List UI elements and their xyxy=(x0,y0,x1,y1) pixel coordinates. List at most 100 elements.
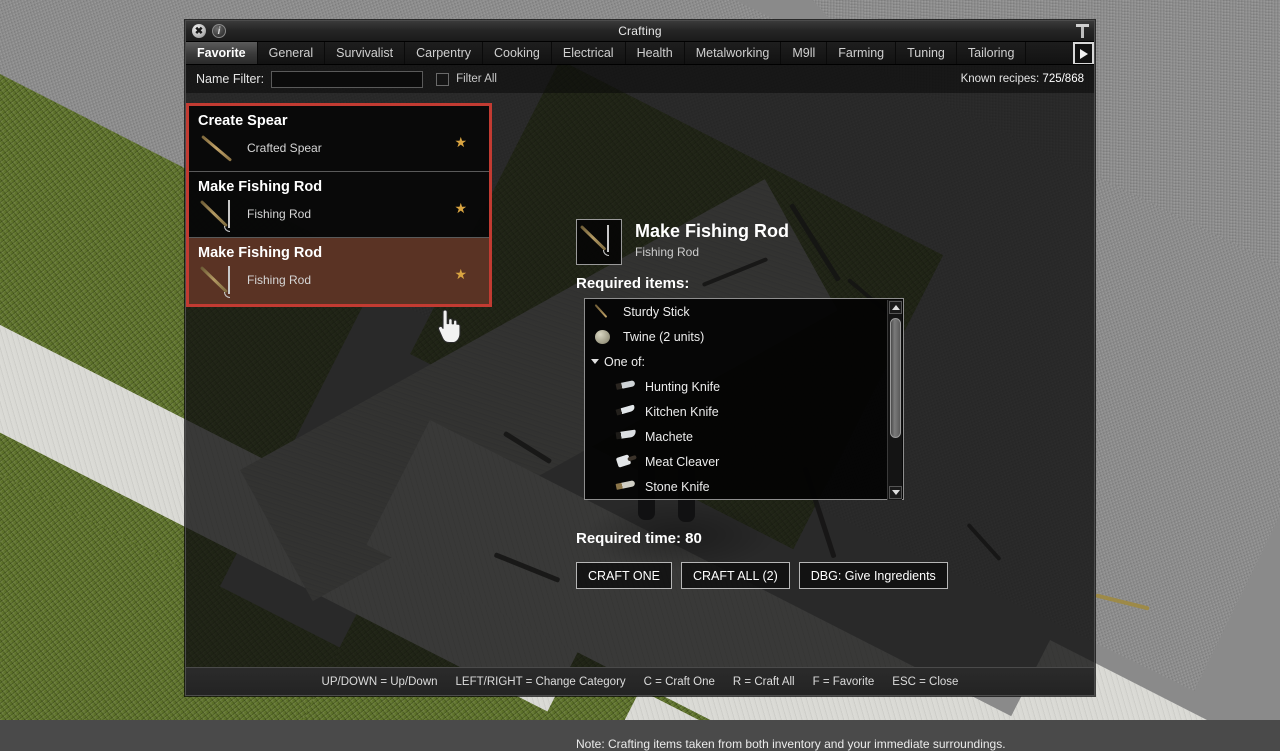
chevron-right-icon[interactable] xyxy=(1073,42,1094,65)
known-recipes-value: 725/868 xyxy=(1042,73,1084,85)
spear-shaft xyxy=(201,135,232,162)
keyboard-hints-bar: UP/DOWN = Up/Down LEFT/RIGHT = Change Ca… xyxy=(186,667,1094,695)
tab-tuning[interactable]: Tuning xyxy=(896,42,957,64)
tab-label: Survivalist xyxy=(336,46,393,60)
tab-carpentry[interactable]: Carpentry xyxy=(405,42,483,64)
scroll-up-icon[interactable] xyxy=(889,301,902,314)
category-tab-bar: Favorite General Survivalist Carpentry C… xyxy=(186,42,1094,65)
craft-one-button[interactable]: CRAFT ONE xyxy=(576,562,672,589)
ingredient-label: Machete xyxy=(645,430,693,444)
rod-line xyxy=(607,225,609,252)
recipe-row-make-fishing-rod-2[interactable]: Make Fishing Rod Fishing Rod ★ xyxy=(189,238,489,304)
ingredient-group-label: One of: xyxy=(604,355,645,369)
favorite-star-icon[interactable]: ★ xyxy=(454,266,467,283)
hint-close: ESC = Close xyxy=(892,676,958,688)
recipe-subtitle: Fishing Rod xyxy=(247,273,311,287)
rod-line xyxy=(228,200,230,228)
filter-row: Name Filter: Filter All Known recipes: 7… xyxy=(186,65,1094,93)
tab-tailoring[interactable]: Tailoring xyxy=(957,42,1027,64)
tab-electrical[interactable]: Electrical xyxy=(552,42,626,64)
window-title: Crafting xyxy=(186,24,1094,38)
recipe-title: Create Spear xyxy=(198,113,287,129)
rod-shaft xyxy=(200,266,228,293)
ingredient-label: Stone Knife xyxy=(645,480,710,494)
list-item-one-of-group[interactable]: One of: xyxy=(585,349,903,374)
scroll-down-icon[interactable] xyxy=(889,486,902,499)
recipe-title: Make Fishing Rod xyxy=(198,179,322,195)
list-item-twine[interactable]: Twine (2 units) xyxy=(585,324,903,349)
title-bar: ✖ i Crafting xyxy=(186,21,1094,42)
fishing-rod-icon xyxy=(201,199,239,233)
machete-icon xyxy=(615,428,637,446)
known-recipes-label: Known recipes: xyxy=(961,73,1040,85)
tab-label: Favorite xyxy=(197,46,246,60)
ingredient-label: Kitchen Knife xyxy=(645,405,719,419)
close-icon[interactable]: ✖ xyxy=(192,24,206,38)
craft-buttons: CRAFT ONE CRAFT ALL (2) DBG: Give Ingred… xyxy=(576,562,948,589)
tab-general[interactable]: General xyxy=(258,42,325,64)
tab-survivalist[interactable]: Survivalist xyxy=(325,42,405,64)
tab-metalworking[interactable]: Metalworking xyxy=(685,42,782,64)
rod-shaft xyxy=(580,225,606,250)
triangle-glyph xyxy=(892,305,900,310)
tab-m9ll[interactable]: M9ll xyxy=(781,42,827,64)
ingredient-label: Sturdy Stick xyxy=(623,305,690,319)
recipe-row-make-fishing-rod-1[interactable]: Make Fishing Rod Fishing Rod ★ xyxy=(189,172,489,238)
list-item-meat-cleaver[interactable]: Meat Cleaver xyxy=(585,449,903,474)
tab-favorite[interactable]: Favorite xyxy=(186,42,258,64)
hint-craft-one: C = Craft One xyxy=(644,676,715,688)
hunting-knife-icon xyxy=(615,378,637,396)
list-item-stone-knife[interactable]: Stone Knife xyxy=(585,474,903,499)
tab-label: General xyxy=(269,46,313,60)
kitchen-knife-icon xyxy=(615,403,637,421)
dbg-give-ingredients-button[interactable]: DBG: Give Ingredients xyxy=(799,562,948,589)
list-item-hunting-knife[interactable]: Hunting Knife xyxy=(585,374,903,399)
list-item-kitchen-knife[interactable]: Kitchen Knife xyxy=(585,399,903,424)
triangle-glyph xyxy=(892,490,900,495)
tab-label: M9ll xyxy=(792,46,815,60)
known-recipes-status: Known recipes: 725/868 xyxy=(961,73,1084,85)
list-item-machete[interactable]: Machete xyxy=(585,424,903,449)
detail-subtitle: Fishing Rod xyxy=(635,245,789,259)
recipe-detail-pane: Make Fishing Rod Fishing Rod Required it… xyxy=(576,93,1096,655)
name-filter-label: Name Filter: xyxy=(196,72,264,86)
tab-label: Tailoring xyxy=(968,46,1015,60)
ingredient-label: Meat Cleaver xyxy=(645,455,719,469)
ingredients-list: Sturdy Stick Twine (2 units) One of: Hun… xyxy=(584,298,904,500)
rod-hook xyxy=(603,250,609,256)
scrollbar-vertical[interactable] xyxy=(887,300,902,500)
recipe-subtitle: Fishing Rod xyxy=(247,207,311,221)
craft-all-button[interactable]: CRAFT ALL (2) xyxy=(681,562,790,589)
rod-shaft xyxy=(200,200,228,227)
tab-cooking[interactable]: Cooking xyxy=(483,42,552,64)
sturdy-stick-icon xyxy=(593,303,615,321)
tab-label: Carpentry xyxy=(416,46,471,60)
filter-all-label: Filter All xyxy=(456,73,497,85)
recipe-row-create-spear[interactable]: Create Spear Crafted Spear ★ xyxy=(189,106,489,172)
stone-knife-icon xyxy=(615,478,637,496)
tab-health[interactable]: Health xyxy=(626,42,685,64)
meat-cleaver-icon xyxy=(615,453,637,471)
tab-farming[interactable]: Farming xyxy=(827,42,896,64)
rod-hook xyxy=(224,226,230,232)
pin-icon[interactable] xyxy=(1076,24,1089,39)
favorite-star-icon[interactable]: ★ xyxy=(454,134,467,151)
favorite-star-icon[interactable]: ★ xyxy=(454,200,467,217)
search-input[interactable] xyxy=(271,71,423,88)
ingredient-label: Hunting Knife xyxy=(645,380,720,394)
scrollbar-thumb[interactable] xyxy=(890,318,901,438)
list-item-sturdy-stick[interactable]: Sturdy Stick xyxy=(585,299,903,324)
tab-label: Health xyxy=(637,46,673,60)
hint-favorite: F = Favorite xyxy=(813,676,875,688)
chevron-down-icon[interactable] xyxy=(591,359,599,364)
window-body: Create Spear Crafted Spear ★ Make Fishin… xyxy=(186,93,1094,655)
arrow-glyph xyxy=(1080,49,1088,59)
info-icon[interactable]: i xyxy=(212,24,226,38)
filter-all-checkbox[interactable] xyxy=(436,73,449,86)
rod-hook xyxy=(224,292,230,298)
crafting-window: ✖ i Crafting Favorite General Survivalis… xyxy=(185,20,1095,696)
mouse-cursor-pointing-hand-icon xyxy=(436,310,462,344)
fishing-rod-icon xyxy=(201,265,239,299)
hint-leftright: LEFT/RIGHT = Change Category xyxy=(456,676,626,688)
detail-title-wrap: Make Fishing Rod Fishing Rod xyxy=(635,219,789,265)
